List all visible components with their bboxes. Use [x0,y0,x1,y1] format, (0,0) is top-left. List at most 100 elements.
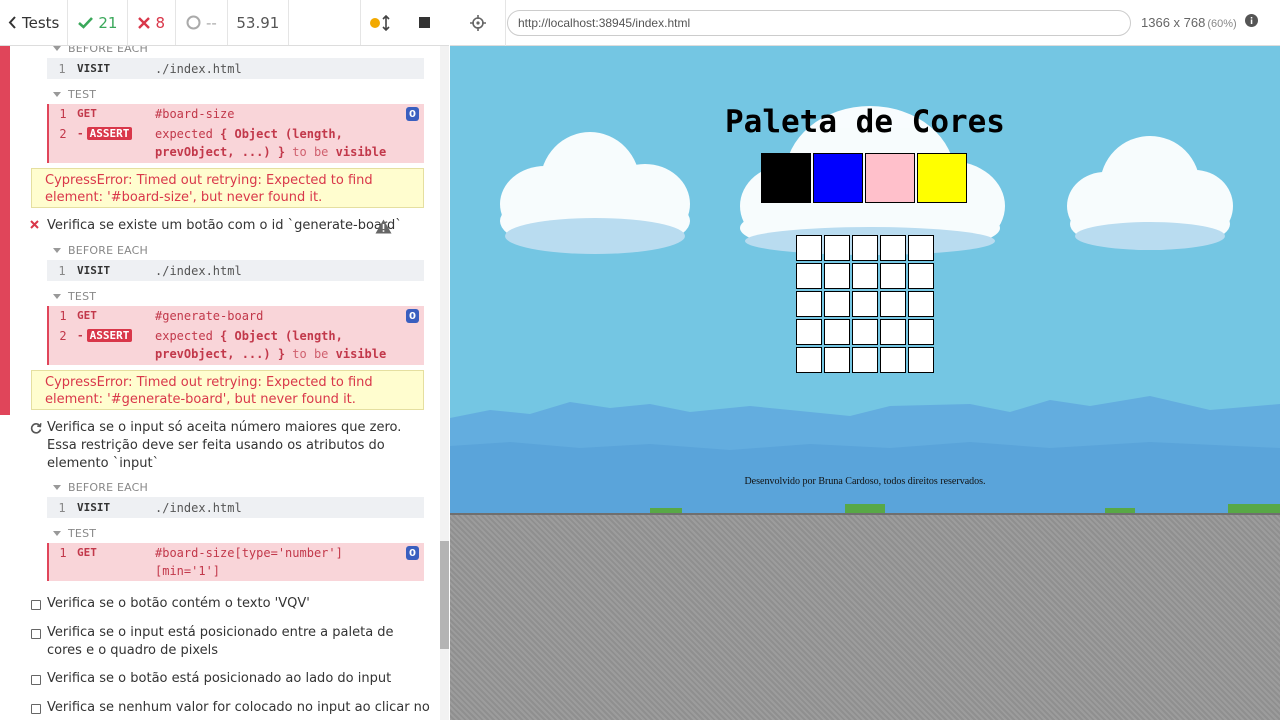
test-title[interactable]: Verifica se o input só aceita número mai… [47,419,401,473]
hook-test[interactable]: TEST [53,290,96,303]
failed-number: 8 [155,13,165,32]
failed-icon [30,218,39,232]
warning-icon[interactable] [375,219,392,238]
pixel[interactable] [908,263,934,289]
pixel[interactable] [880,235,906,261]
color-swatch[interactable] [761,153,811,203]
tests-back-button[interactable]: Tests [0,0,69,45]
color-swatch[interactable] [813,153,863,203]
pixel[interactable] [824,235,850,261]
assert-expected: expected [155,329,213,343]
pixel[interactable] [908,319,934,345]
pixel[interactable] [908,291,934,317]
url-bar[interactable]: http://localhost:38945/index.html [507,9,1131,36]
pixel[interactable] [824,319,850,345]
element-count-badge: 0 [406,309,419,323]
pixel[interactable] [852,263,878,289]
runnables-list: BEFORE EACH 1 VISIT ./index.html TEST 1 … [0,46,440,720]
error-message[interactable]: CypressError: Timed out retrying: Expect… [31,370,424,410]
info-circle-icon[interactable] [1244,14,1258,31]
hook-label: BEFORE EACH [68,244,149,257]
chevron-left-icon [8,16,16,29]
pixel[interactable] [852,235,878,261]
test-title-line: Essa restrição deve ser feita usando os … [47,438,385,453]
element-count-badge: 0 [406,107,419,121]
command-number: 2 [59,127,67,141]
stop-button[interactable] [405,0,449,46]
command-message: expected { Object (length, prevObject, .… [155,125,386,161]
command-message: ./index.html [155,500,242,515]
command-visit[interactable]: 1 VISIT ./index.html [47,260,424,281]
pixel[interactable] [824,347,850,373]
hook-test[interactable]: TEST [53,527,96,540]
viewport-info[interactable]: 1366 x 768 (60%) [1141,15,1237,30]
viewport-background [450,513,1280,720]
element-count-badge: 0 [406,546,419,560]
command-message: ./index.html [155,61,242,76]
pixel[interactable] [880,347,906,373]
assert-dash: - [77,329,84,342]
pixel[interactable] [880,291,906,317]
passed-count[interactable]: 21 [68,0,129,45]
test-title[interactable]: Verifica se o input está posicionado ent… [47,624,394,660]
page-title: Paleta de Cores [725,104,1005,140]
selector-playground-button[interactable] [450,0,506,46]
reporter-panel: Tests 21 8 -- 53.91 BEFORE EACH 1 VISIT … [0,0,449,720]
error-message[interactable]: CypressError: Timed out retrying: Expect… [31,168,424,208]
pixel[interactable] [796,291,822,317]
pixel[interactable] [908,347,934,373]
command-get[interactable]: 1 GET #board-size 0 [49,104,424,124]
test-title-line: cores e o quadro de pixels [47,643,219,658]
hook-before-each[interactable]: BEFORE EACH [53,481,148,494]
command-name: GET [77,107,97,120]
assert-expected: expected [155,127,213,141]
color-swatch[interactable] [865,153,915,203]
failed-suite-indicator [0,46,10,415]
running-icon [30,422,42,437]
command-visit[interactable]: 1 VISIT ./index.html [47,58,424,79]
hook-before-each[interactable]: BEFORE EACH [53,46,148,55]
test-title[interactable]: Verifica se o botão contém o texto 'VQV' [47,595,310,613]
test-title[interactable]: Verifica se o botão está posicionado ao … [47,670,391,688]
command-assert[interactable]: 2 - ASSERT expected { Object (length, pre… [49,124,424,162]
hook-before-each[interactable]: BEFORE EACH [53,244,148,257]
pixel[interactable] [908,235,934,261]
assert-object: { Object (length, [220,329,343,343]
test-title[interactable]: Verifica se nenhum valor for colocado no… [47,699,430,717]
caret-down-icon [53,92,61,97]
command-number: 1 [59,309,67,323]
pixel[interactable] [880,319,906,345]
pixel[interactable] [852,291,878,317]
pixel[interactable] [796,319,822,345]
command-visit[interactable]: 1 VISIT ./index.html [47,497,424,518]
command-name: VISIT [77,264,111,277]
pixel[interactable] [852,347,878,373]
failed-count[interactable]: 8 [128,0,176,45]
assert-object-cont: prevObject, ...) } [155,347,286,361]
pixel[interactable] [880,263,906,289]
pixel[interactable] [824,263,850,289]
command-message: #board-size[type='number'] [min='1'] [155,544,343,580]
selector-line: [min='1'] [155,564,221,578]
pixel[interactable] [796,263,822,289]
color-swatch[interactable] [917,153,967,203]
pixel[interactable] [824,291,850,317]
pixel[interactable] [796,347,822,373]
command-number: 2 [59,329,67,343]
command-get[interactable]: 1 GET #generate-board 0 [49,306,424,326]
test-title[interactable]: Verifica se existe um botão com o id `ge… [47,217,402,235]
command-get[interactable]: 1 GET #board-size[type='number'] [min='1… [49,543,424,581]
pending-count[interactable]: -- [176,0,228,45]
assert-object-cont: prevObject, ...) } [155,145,286,159]
pixel[interactable] [796,235,822,261]
test-title-line: Verifica se o input está posicionado ent… [47,625,394,640]
scrollbar-thumb[interactable] [440,541,449,649]
pixel[interactable] [852,319,878,345]
circle-notch-icon [186,15,201,30]
command-message: #board-size [155,107,235,121]
duration: 53.91 [228,0,289,45]
command-assert[interactable]: 2 - ASSERT expected { Object (length, pre… [49,326,424,364]
pending-number: -- [206,13,217,32]
hook-test[interactable]: TEST [53,88,96,101]
autoscroll-toggle[interactable] [361,0,405,46]
